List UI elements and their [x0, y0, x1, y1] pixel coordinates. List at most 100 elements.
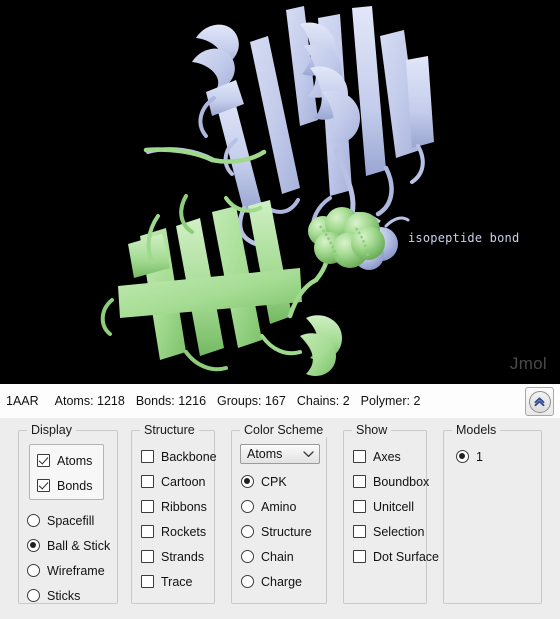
radio-structure-dot	[241, 525, 254, 538]
radio-structure[interactable]: Structure	[241, 519, 312, 544]
checkbox-dot-surface[interactable]: Dot Surface	[353, 544, 439, 569]
group-display-legend: Display	[27, 423, 76, 437]
checkbox-backbone[interactable]: Backbone	[141, 444, 217, 469]
radio-amino[interactable]: Amino	[241, 494, 312, 519]
radio-spacefill-dot	[27, 514, 40, 527]
radio-cpk-label: CPK	[261, 474, 287, 489]
group-color-scheme: Color Scheme Atoms CPK Amino Structure C…	[231, 423, 328, 604]
checkbox-axes-box	[353, 450, 366, 463]
double-chevron-up-icon	[528, 390, 551, 413]
jmol-application: isopeptide bond Jmol 1AAR Atoms: 1218 Bo…	[0, 0, 560, 619]
jmol-watermark: Jmol	[509, 354, 547, 373]
group-display: Display Atoms Bonds Spacefill Ball & Sti…	[18, 423, 118, 604]
checkbox-boundbox-label: Boundbox	[373, 474, 430, 489]
checkbox-ribbons-box	[141, 500, 154, 513]
radio-wireframe-dot	[27, 564, 40, 577]
checkbox-axes[interactable]: Axes	[353, 444, 439, 469]
group-color-scheme-legend: Color Scheme	[240, 423, 328, 437]
radio-amino-label: Amino	[261, 499, 297, 514]
group-structure-legend: Structure	[140, 423, 199, 437]
radio-ball-and-stick[interactable]: Ball & Stick	[27, 533, 110, 558]
chevron-down-icon	[303, 450, 314, 458]
isopeptide-bond-label: isopeptide bond	[408, 231, 520, 245]
group-show: Show Axes Boundbox Unitcell Selection Do…	[343, 423, 439, 604]
radio-ball-and-stick-dot	[27, 539, 40, 552]
radio-model-1[interactable]: 1	[456, 444, 483, 469]
display-style-radiogroup: Spacefill Ball & Stick Wireframe Sticks	[27, 508, 110, 608]
checkbox-dot-surface-box	[353, 550, 366, 563]
checkbox-selection[interactable]: Selection	[353, 519, 439, 544]
checkbox-trace-box	[141, 575, 154, 588]
group-models: Models 1	[443, 423, 542, 604]
checkbox-cartoon-box	[141, 475, 154, 488]
checkbox-trace[interactable]: Trace	[141, 569, 217, 594]
checkbox-trace-label: Trace	[161, 574, 193, 589]
radio-spacefill[interactable]: Spacefill	[27, 508, 110, 533]
checkbox-bonds-box	[37, 479, 50, 492]
checkbox-rockets-box	[141, 525, 154, 538]
checkbox-rockets[interactable]: Rockets	[141, 519, 217, 544]
checkbox-cartoon[interactable]: Cartoon	[141, 469, 217, 494]
collapse-panel-button[interactable]	[525, 387, 554, 416]
checkbox-boundbox-box	[353, 475, 366, 488]
radio-cpk[interactable]: CPK	[241, 469, 312, 494]
checkbox-strands[interactable]: Strands	[141, 544, 217, 569]
status-chains: Chains: 2	[296, 394, 350, 408]
control-panel: Display Atoms Bonds Spacefill Ball & Sti…	[0, 418, 560, 619]
molecular-viewer-canvas[interactable]: isopeptide bond Jmol	[0, 0, 560, 384]
checkbox-atoms[interactable]: Atoms	[37, 448, 103, 473]
radio-wireframe[interactable]: Wireframe	[27, 558, 110, 583]
radio-spacefill-label: Spacefill	[47, 513, 95, 528]
radio-wireframe-label: Wireframe	[47, 563, 105, 578]
radio-chain[interactable]: Chain	[241, 544, 312, 569]
radio-cpk-dot	[241, 475, 254, 488]
checkbox-atoms-box	[37, 454, 50, 467]
checkbox-boundbox[interactable]: Boundbox	[353, 469, 439, 494]
checkbox-cartoon-label: Cartoon	[161, 474, 206, 489]
color-scheme-radiogroup: CPK Amino Structure Chain Charge	[241, 469, 312, 594]
checkbox-selection-label: Selection	[373, 524, 425, 539]
checkbox-ribbons[interactable]: Ribbons	[141, 494, 217, 519]
status-text: 1AAR Atoms: 1218 Bonds: 1216 Groups: 167…	[0, 394, 431, 408]
group-structure: Structure Backbone Cartoon Ribbons Rocke…	[131, 423, 217, 604]
checkbox-unitcell-label: Unitcell	[373, 499, 414, 514]
checkbox-unitcell-box	[353, 500, 366, 513]
color-scheme-select-value: Atoms	[247, 447, 283, 461]
checkbox-selection-box	[353, 525, 366, 538]
checkbox-bonds-label: Bonds	[57, 478, 93, 493]
radio-structure-label: Structure	[261, 524, 312, 539]
radio-charge[interactable]: Charge	[241, 569, 312, 594]
checkbox-strands-label: Strands	[161, 549, 205, 564]
checkbox-atoms-label: Atoms	[57, 453, 93, 468]
radio-charge-dot	[241, 575, 254, 588]
models-radiogroup: 1	[456, 444, 483, 469]
checkbox-backbone-box	[141, 450, 154, 463]
radio-sticks-dot	[27, 589, 40, 602]
radio-chain-dot	[241, 550, 254, 563]
radio-sticks-label: Sticks	[47, 588, 81, 603]
checkbox-dot-surface-label: Dot Surface	[373, 549, 440, 564]
radio-amino-dot	[241, 500, 254, 513]
checkbox-unitcell[interactable]: Unitcell	[353, 494, 439, 519]
status-structure-id: 1AAR	[6, 394, 39, 408]
group-show-legend: Show	[352, 423, 392, 437]
radio-sticks[interactable]: Sticks	[27, 583, 110, 608]
show-checkbox-list: Axes Boundbox Unitcell Selection Dot Sur…	[353, 444, 439, 569]
status-bar: 1AAR Atoms: 1218 Bonds: 1216 Groups: 167…	[0, 384, 560, 419]
checkbox-bonds[interactable]: Bonds	[37, 473, 103, 498]
radio-model-1-label: 1	[476, 449, 483, 464]
radio-ball-and-stick-label: Ball & Stick	[47, 538, 111, 553]
status-atoms: Atoms: 1218	[54, 394, 125, 408]
status-polymer: Polymer: 2	[360, 394, 421, 408]
group-models-legend: Models	[452, 423, 501, 437]
checkbox-axes-label: Axes	[373, 449, 401, 464]
radio-model-1-dot	[456, 450, 469, 463]
status-groups: Groups: 167	[217, 394, 286, 408]
radio-charge-label: Charge	[261, 574, 302, 589]
structure-checkbox-list: Backbone Cartoon Ribbons Rockets Strands	[141, 444, 217, 594]
checkbox-strands-box	[141, 550, 154, 563]
radio-chain-label: Chain	[261, 549, 294, 564]
checkbox-ribbons-label: Ribbons	[161, 499, 207, 514]
color-scheme-select[interactable]: Atoms	[240, 444, 320, 464]
status-bonds: Bonds: 1216	[135, 394, 207, 408]
